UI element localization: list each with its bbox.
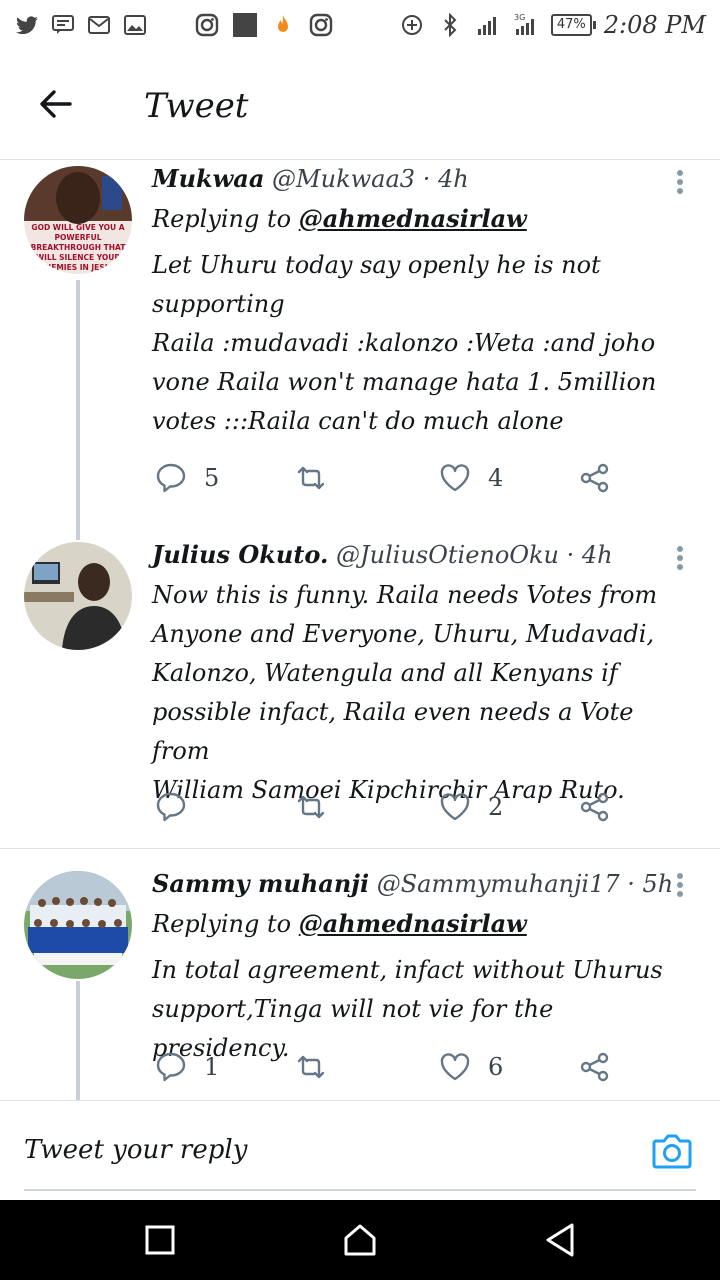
display-name[interactable]: Mukwaa xyxy=(152,164,264,193)
like-button[interactable]: 2 xyxy=(438,787,503,827)
camera-icon[interactable] xyxy=(650,1131,694,1171)
reply-count: 5 xyxy=(204,464,220,492)
heart-icon xyxy=(440,464,470,492)
share-icon xyxy=(580,463,609,493)
svg-text:3G: 3G xyxy=(514,13,525,22)
user-handle[interactable]: @JuliusOtienoOku xyxy=(336,541,559,569)
page-title: Tweet xyxy=(144,86,249,126)
gmail-icon xyxy=(86,13,112,37)
display-name[interactable]: Sammy muhanji xyxy=(152,869,369,898)
reply-button[interactable]: 5 xyxy=(154,458,219,498)
tweet[interactable]: GOD WILL GIVE YOU A POWERFUL BREAKTHROUG… xyxy=(0,160,720,540)
tweet-actions: 5 4 xyxy=(152,458,622,498)
back-triangle-icon[interactable] xyxy=(540,1220,580,1260)
bluetooth-icon xyxy=(437,13,463,37)
tweet[interactable]: Julius Okuto. @JuliusOtienoOku · 4h Now … xyxy=(0,530,720,848)
avatar-caption: POWERFUL xyxy=(54,233,101,242)
reply-count: 1 xyxy=(204,1053,220,1081)
replying-to-handle[interactable]: @ahmednasirlaw xyxy=(299,204,527,233)
avatar-caption: GOD WILL GIVE YOU A xyxy=(31,223,124,232)
avatar[interactable]: GOD WILL GIVE YOU A POWERFUL BREAKTHROUG… xyxy=(24,166,132,274)
retweet-button[interactable] xyxy=(294,1047,344,1087)
status-clock: 2:08 PM xyxy=(603,11,706,39)
tweet-header: Sammy muhanji @Sammymuhanji17 · 5h xyxy=(152,869,673,898)
tweet-text: Let Uhuru today say openly he is not sup… xyxy=(152,251,657,435)
display-name[interactable]: Julius Okuto. xyxy=(152,540,328,569)
share-button[interactable] xyxy=(578,1047,612,1087)
like-button[interactable]: 6 xyxy=(438,1047,503,1087)
avatar[interactable] xyxy=(24,871,132,979)
message-icon xyxy=(50,13,76,37)
instagram-icon xyxy=(194,13,220,37)
recents-square-icon[interactable] xyxy=(140,1220,180,1260)
replying-to: Replying to @ahmednasirlaw xyxy=(152,909,527,938)
app-header: Tweet xyxy=(0,50,720,160)
reply-icon xyxy=(156,463,186,493)
tweet-time: · 4h xyxy=(566,541,613,569)
battery-icon: 47% xyxy=(550,14,596,36)
arrow-left-icon[interactable] xyxy=(36,84,76,124)
reply-input-underline xyxy=(24,1189,696,1191)
more-options-icon[interactable] xyxy=(674,542,686,574)
heart-icon xyxy=(440,793,470,821)
tweet-time: · 4h xyxy=(422,165,469,193)
home-icon[interactable] xyxy=(340,1220,380,1260)
retweet-button[interactable] xyxy=(294,787,344,827)
data-saver-icon xyxy=(399,13,425,37)
instagram-icon xyxy=(308,13,334,37)
user-handle[interactable]: @Sammymuhanji17 xyxy=(377,870,620,898)
replying-to-label: Replying to xyxy=(152,910,292,938)
tweet-actions: 1 6 xyxy=(152,1047,622,1087)
more-options-icon[interactable] xyxy=(674,166,686,198)
like-count: 4 xyxy=(488,464,504,492)
reply-button[interactable]: 1 xyxy=(154,1047,219,1087)
avatar-caption: BREAKTHROUGH THAT xyxy=(31,243,127,252)
signal-icon xyxy=(475,13,501,37)
share-button[interactable] xyxy=(578,787,612,827)
tweet-time: · 5h xyxy=(627,870,674,898)
reply-input[interactable]: Tweet your reply xyxy=(24,1135,247,1165)
reply-button[interactable] xyxy=(154,787,204,827)
retweet-icon xyxy=(297,466,325,490)
reply-composer[interactable]: Tweet your reply xyxy=(0,1100,720,1200)
heart-icon xyxy=(440,1053,470,1081)
share-icon xyxy=(580,1052,609,1082)
thread-line xyxy=(76,280,80,540)
app-icon xyxy=(232,13,258,37)
tweet-text: Now this is funny. Raila needs Votes fro… xyxy=(152,581,658,804)
avatar[interactable] xyxy=(24,542,132,650)
retweet-icon xyxy=(297,1055,325,1079)
reply-icon xyxy=(156,1052,186,1082)
fire-icon xyxy=(270,13,296,37)
thread-line xyxy=(76,981,80,1101)
avatar-caption: ENEMIES IN JESUS xyxy=(40,263,116,272)
replying-to-label: Replying to xyxy=(152,205,292,233)
retweet-icon xyxy=(297,795,325,819)
avatar-caption: WILL SILENCE YOUR xyxy=(36,253,120,262)
like-count: 6 xyxy=(488,1053,504,1081)
tweet[interactable]: Sammy muhanji @Sammymuhanji17 · 5h Reply… xyxy=(0,849,720,1101)
like-count: 2 xyxy=(488,793,504,821)
like-button[interactable]: 4 xyxy=(438,458,503,498)
status-bar: 3G 47% 2:08 PM xyxy=(0,0,720,50)
system-nav-bar xyxy=(0,1200,720,1280)
share-icon xyxy=(580,792,609,822)
user-handle[interactable]: @Mukwaa3 xyxy=(272,165,415,193)
tweet-actions: 2 xyxy=(152,787,622,827)
share-button[interactable] xyxy=(578,458,612,498)
more-options-icon[interactable] xyxy=(674,869,686,901)
tweet-header: Mukwaa @Mukwaa3 · 4h xyxy=(152,164,469,193)
replying-to-handle[interactable]: @ahmednasirlaw xyxy=(299,909,527,938)
retweet-button[interactable] xyxy=(294,458,344,498)
reply-icon xyxy=(156,792,186,822)
tweet-header: Julius Okuto. @JuliusOtienoOku · 4h xyxy=(152,540,613,569)
gallery-icon xyxy=(122,13,148,37)
replying-to: Replying to @ahmednasirlaw xyxy=(152,204,527,233)
twitter-icon xyxy=(14,13,40,37)
signal-3g-icon: 3G xyxy=(513,13,539,37)
